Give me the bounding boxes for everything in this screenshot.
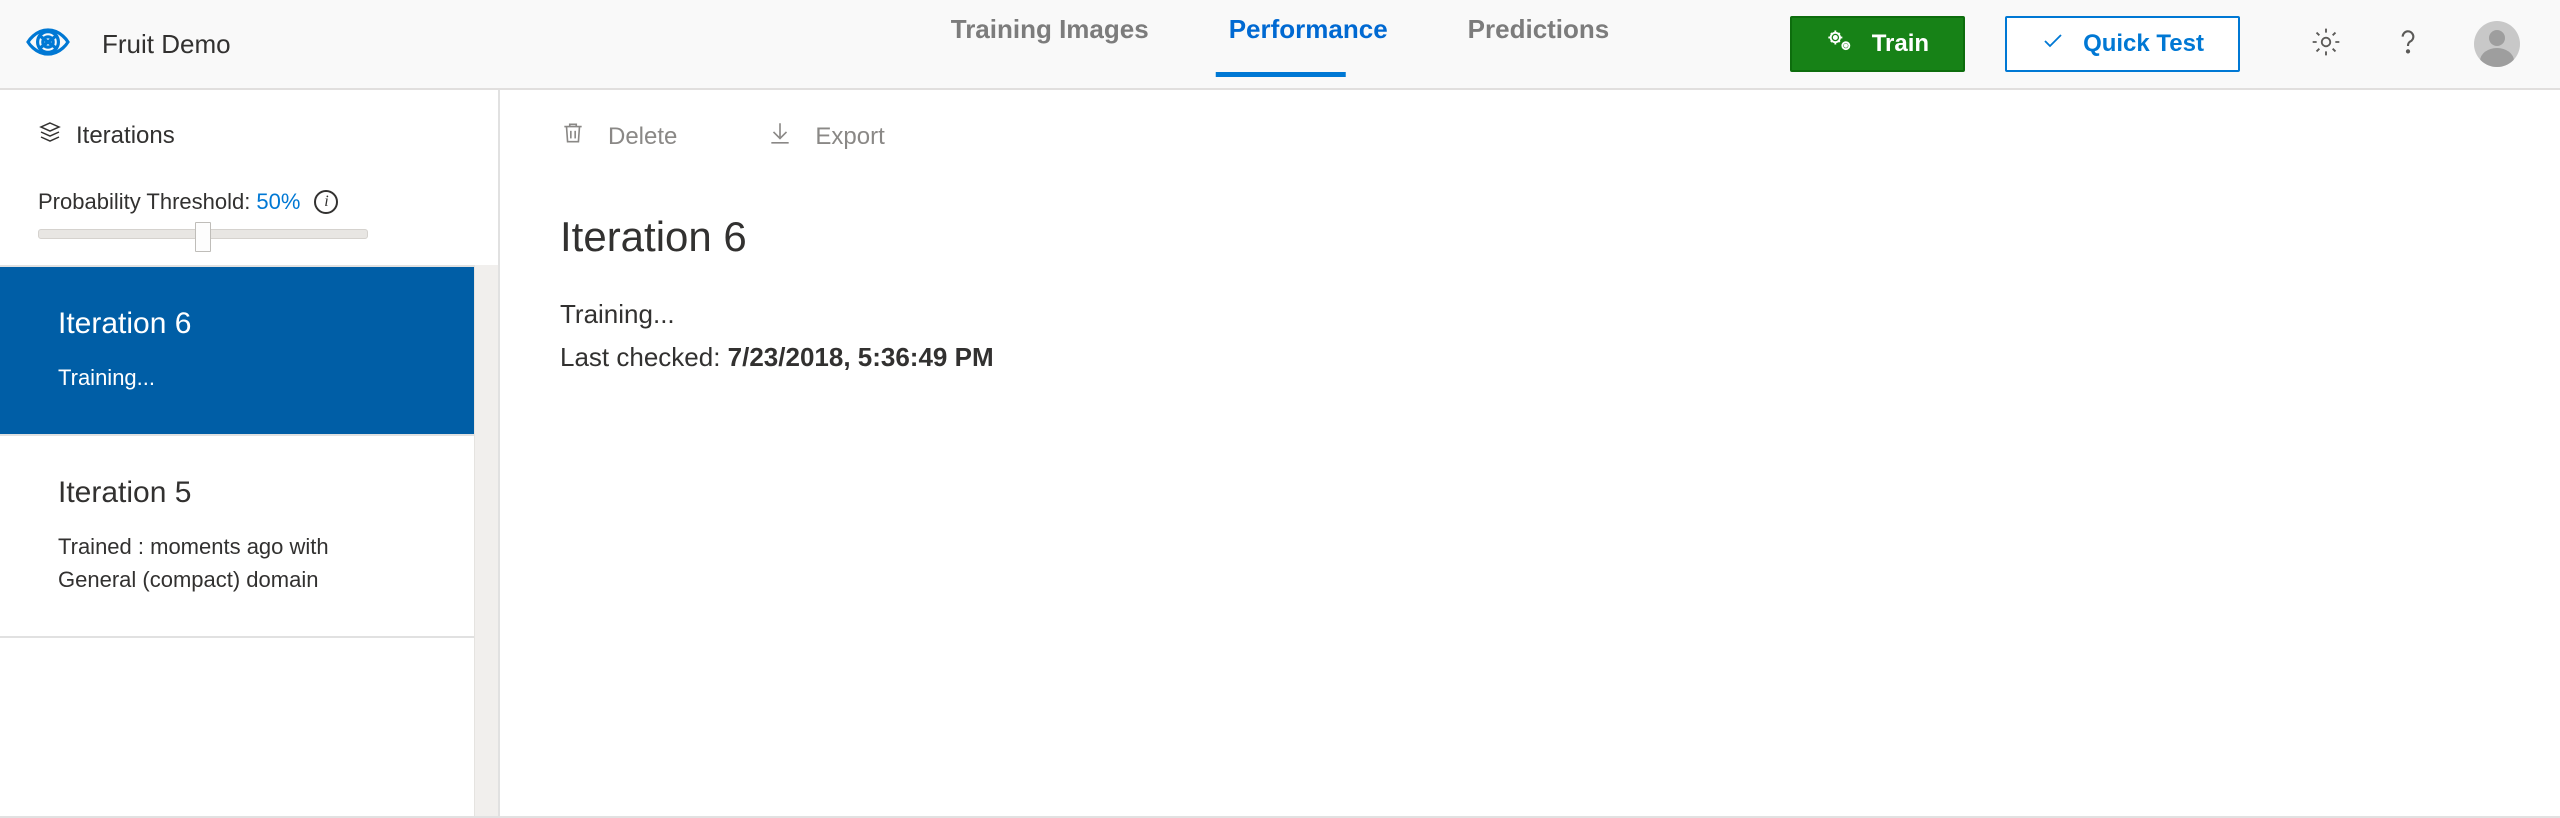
export-label: Export — [815, 123, 884, 151]
app-header: Fruit Demo Training Images Performance P… — [0, 0, 2560, 90]
custom-vision-eye-icon — [24, 18, 72, 71]
last-checked-label: Last checked: — [560, 342, 728, 372]
main-area: Iterations Probability Threshold: 50% i … — [0, 90, 2560, 816]
threshold-label-row: Probability Threshold: 50% i — [38, 189, 460, 215]
last-checked-row: Last checked: 7/23/2018, 5:36:49 PM — [560, 342, 2500, 373]
iteration-item-subtitle: Training... — [58, 361, 416, 394]
tab-performance[interactable]: Performance — [1229, 14, 1388, 75]
iterations-sidebar: Iterations Probability Threshold: 50% i … — [0, 90, 500, 816]
sidebar-body: Iteration 6 Training... Iteration 5 Trai… — [0, 265, 498, 816]
sidebar-scrollbar[interactable] — [474, 265, 498, 816]
brand-block: Fruit Demo — [24, 18, 231, 71]
threshold-slider[interactable] — [38, 229, 460, 239]
nav-tabs: Training Images Performance Predictions — [951, 14, 1610, 75]
user-avatar[interactable] — [2474, 21, 2520, 67]
settings-gear-icon[interactable] — [2310, 26, 2342, 63]
detail-actions: Delete Export — [560, 120, 2500, 153]
header-right-controls: Train Quick Test — [1790, 16, 2520, 72]
last-checked-timestamp: 7/23/2018, 5:36:49 PM — [728, 342, 994, 372]
download-icon — [767, 120, 793, 153]
help-icon[interactable] — [2392, 26, 2424, 63]
train-button[interactable]: Train — [1790, 16, 1965, 72]
project-name: Fruit Demo — [102, 29, 231, 60]
stack-icon — [38, 120, 62, 151]
quick-test-button[interactable]: Quick Test — [2005, 16, 2240, 72]
iteration-item-title: Iteration 5 — [58, 476, 416, 510]
iteration-detail-pane: Delete Export Iteration 6 Training... La… — [500, 90, 2560, 816]
iteration-item-title: Iteration 6 — [58, 307, 416, 341]
info-icon[interactable]: i — [314, 190, 338, 214]
quick-test-button-label: Quick Test — [2083, 30, 2204, 58]
trash-icon — [560, 120, 586, 153]
probability-threshold-block: Probability Threshold: 50% i — [0, 169, 498, 265]
delete-action[interactable]: Delete — [560, 120, 677, 153]
gears-icon — [1826, 27, 1854, 62]
iteration-title: Iteration 6 — [560, 213, 2500, 261]
iteration-status: Training... — [560, 299, 2500, 330]
iteration-item-subtitle: Trained : moments ago with General (comp… — [58, 530, 338, 596]
sidebar-header: Iterations — [0, 120, 498, 169]
iteration-item[interactable]: Iteration 6 Training... — [0, 265, 474, 436]
train-button-label: Train — [1872, 30, 1929, 58]
tab-underline — [1216, 72, 1346, 77]
checkmark-icon — [2041, 29, 2065, 60]
sidebar-title: Iterations — [76, 122, 175, 150]
delete-label: Delete — [608, 123, 677, 151]
threshold-label: Probability Threshold: — [38, 189, 250, 215]
header-utility-icons — [2310, 21, 2520, 67]
threshold-value: 50% — [256, 189, 300, 215]
export-action[interactable]: Export — [767, 120, 884, 153]
tab-training-images[interactable]: Training Images — [951, 14, 1149, 75]
iteration-item[interactable]: Iteration 5 Trained : moments ago with G… — [0, 436, 474, 638]
iteration-list: Iteration 6 Training... Iteration 5 Trai… — [0, 265, 474, 816]
tab-predictions[interactable]: Predictions — [1468, 14, 1610, 75]
